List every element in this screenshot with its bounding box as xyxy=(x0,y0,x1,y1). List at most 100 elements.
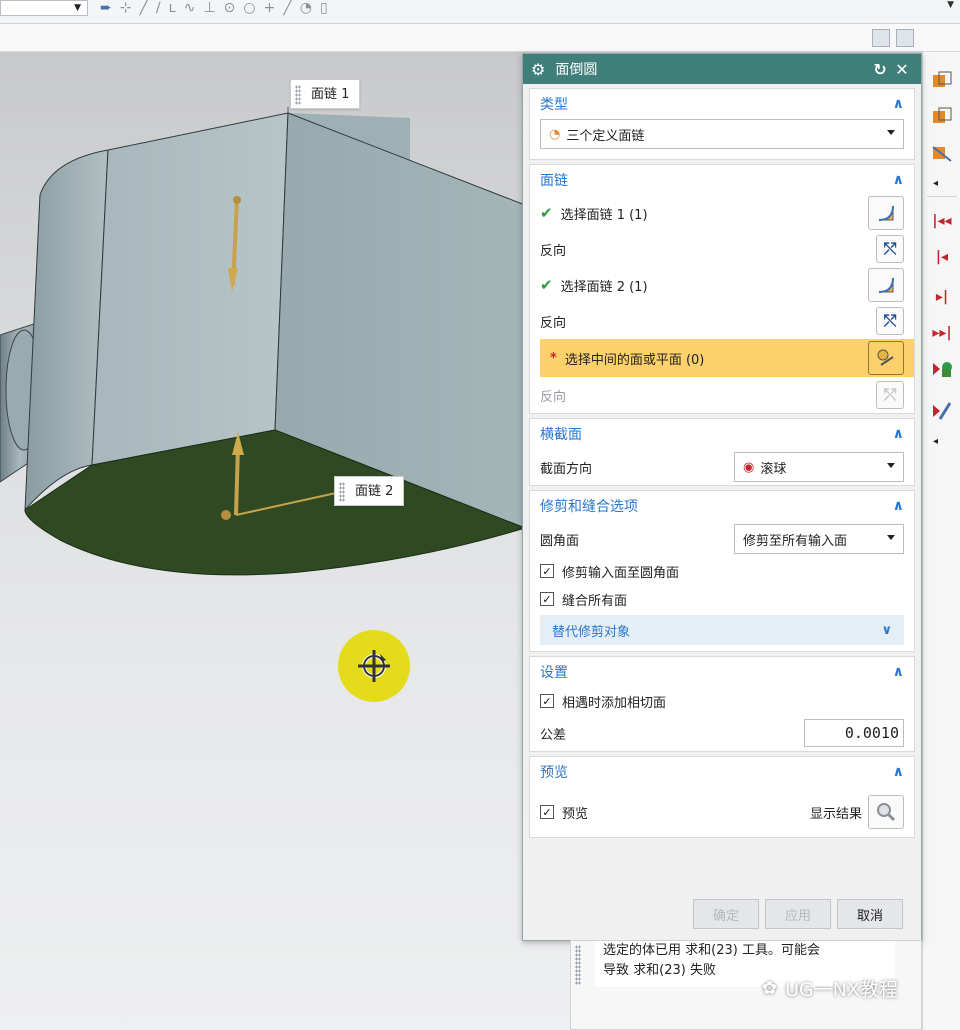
select-chain-1-label: 选择面链 1 (1) xyxy=(560,207,648,223)
blend-face-dropdown[interactable]: 修剪至所有输入面 xyxy=(734,524,904,554)
face-blend-dialog: ⚙ 面倒圆 ↻ ✕ 类型 ∧ ◔ 三个定义面链 面链 ∧ ✔ 选择面链 1 (1… xyxy=(522,53,922,941)
select-chain-2-row[interactable]: ✔ 选择面链 2 (1) xyxy=(530,267,914,303)
arc-icon[interactable]: ʟ xyxy=(169,0,176,18)
show-result-label: 显示结果 xyxy=(809,806,862,822)
drag-grip-icon[interactable] xyxy=(339,482,345,502)
settings-group-header[interactable]: 设置 ∧ xyxy=(530,657,914,687)
circle-icon[interactable]: ○ xyxy=(243,0,255,18)
select-icon[interactable]: ⊹ xyxy=(120,0,132,18)
blend-face-label: 圆角面 xyxy=(540,533,580,549)
spline-icon[interactable]: ∿ xyxy=(184,0,196,18)
blend-face-row: 圆角面 修剪至所有输入面 xyxy=(530,521,914,557)
face-chain-2-label[interactable]: 面链 2 xyxy=(334,476,405,506)
select-middle-face-row[interactable]: * 选择中间的面或平面 (0) xyxy=(540,339,914,377)
more-icon[interactable]: ◂ xyxy=(933,178,938,189)
check-icon: ✔ xyxy=(540,276,553,294)
collapse-icon[interactable]: ∧ xyxy=(893,764,904,780)
group-title: 横截面 xyxy=(540,427,582,443)
slash-line-icon[interactable]: ∕ xyxy=(156,0,161,18)
filter-dropdown[interactable]: ▼ xyxy=(0,0,88,16)
watermark-text: UG一NX教程 xyxy=(785,979,898,1001)
preview-group: 预览 ∧ ✓ 预览 显示结果 xyxy=(529,756,915,838)
preview-row: ✓ 预览 显示结果 xyxy=(530,787,914,837)
secondary-toolbar xyxy=(0,24,960,52)
tolerance-input[interactable]: 0.0010 xyxy=(804,719,904,747)
magnifier-icon xyxy=(877,803,896,822)
middle-face-select-button[interactable] xyxy=(868,341,904,375)
last-icon[interactable]: ▸▸| xyxy=(929,320,955,346)
reverse-2-row: 反向 ⤲ xyxy=(530,303,914,339)
face-select-button[interactable] xyxy=(868,196,904,230)
sew-all-checkbox[interactable]: ✓ xyxy=(540,592,554,606)
cube-subtract-icon[interactable] xyxy=(929,104,955,130)
fit-view-icon[interactable] xyxy=(896,29,914,47)
type-group-header[interactable]: 类型 ∧ xyxy=(530,89,914,119)
preview-checkbox[interactable]: ✓ xyxy=(540,805,554,819)
right-toolbar: ◂ |◂◂ |◂ ▸| ▸▸| ◂ xyxy=(922,52,960,1030)
check-icon: ✔ xyxy=(540,204,553,222)
type-dropdown[interactable]: ◔ 三个定义面链 xyxy=(540,119,904,149)
cross-section-group-header[interactable]: 横截面 ∧ xyxy=(530,419,914,449)
add-tangent-row[interactable]: ✓ 相遇时添加相切面 xyxy=(530,687,914,715)
perpendicular-icon[interactable]: ⊥ xyxy=(203,0,215,18)
play-shape-icon[interactable] xyxy=(929,356,955,382)
reset-icon[interactable]: ↻ xyxy=(869,60,891,79)
sew-all-row[interactable]: ✓ 缝合所有面 xyxy=(530,585,914,613)
chevron-down-icon: ▼ xyxy=(74,3,81,13)
reverse-direction-1-button[interactable]: ⤲ xyxy=(876,235,904,263)
collapse-icon[interactable]: ∧ xyxy=(893,96,904,112)
cross-section-group: 横截面 ∧ 截面方向 ◉ 滚球 xyxy=(529,418,915,486)
page-icon[interactable]: ▯ xyxy=(320,0,328,18)
trim-sew-group-header[interactable]: 修剪和缝合选项 ∧ xyxy=(530,491,914,521)
wechat-icon: ✿ xyxy=(762,978,778,999)
face-chain-1-label[interactable]: 面链 1 xyxy=(290,79,361,109)
drag-grip-icon[interactable] xyxy=(295,85,301,105)
trim-input-row[interactable]: ✓ 修剪输入面至圆角面 xyxy=(530,557,914,585)
sew-all-label: 缝合所有面 xyxy=(562,593,628,609)
show-result-button[interactable] xyxy=(868,795,904,829)
preview-label: 预览 xyxy=(562,806,589,822)
close-icon[interactable]: ✕ xyxy=(891,60,913,79)
collapse-icon[interactable]: ∧ xyxy=(893,172,904,188)
line-tool-icon[interactable]: ╱ xyxy=(283,0,291,18)
reverse-direction-2-button[interactable]: ⤲ xyxy=(876,307,904,335)
dialog-title-bar[interactable]: ⚙ 面倒圆 ↻ ✕ xyxy=(523,54,921,84)
point-icon[interactable]: ⊙ xyxy=(224,0,236,18)
preview-group-header[interactable]: 预览 ∧ xyxy=(530,757,914,787)
tolerance-row: 公差 0.0010 xyxy=(530,715,914,751)
line-icon[interactable]: ╱ xyxy=(139,0,147,18)
collapse-icon[interactable]: ∧ xyxy=(893,498,904,514)
first-icon[interactable]: |◂◂ xyxy=(929,208,955,234)
trim-input-checkbox[interactable]: ✓ xyxy=(540,564,554,578)
plus-icon[interactable]: + xyxy=(264,0,276,18)
previous-icon[interactable]: |◂ xyxy=(929,244,955,270)
type-selected-value: 三个定义面链 xyxy=(566,128,645,144)
select-chain-1-row[interactable]: ✔ 选择面链 1 (1) xyxy=(530,195,914,231)
cube-add-icon[interactable] xyxy=(929,68,955,94)
more-icon[interactable]: ◂ xyxy=(933,436,938,447)
arrow-right-icon[interactable]: ➨ xyxy=(100,0,112,18)
collapse-icon[interactable]: ∧ xyxy=(893,426,904,442)
view-icon[interactable] xyxy=(872,29,890,47)
add-tangent-checkbox[interactable]: ✓ xyxy=(540,694,554,708)
apply-button[interactable]: 应用 xyxy=(765,899,831,929)
cancel-button[interactable]: 取消 xyxy=(837,899,903,929)
blend-face-value: 修剪至所有输入面 xyxy=(743,533,848,549)
rolling-ball-icon: ◉ xyxy=(743,459,755,475)
face-select-button[interactable] xyxy=(868,268,904,302)
next-icon[interactable]: ▸| xyxy=(929,284,955,310)
edit-sketch-icon[interactable] xyxy=(929,398,955,424)
ok-button[interactable]: 确定 xyxy=(693,899,759,929)
face-chain-group-header[interactable]: 面链 ∧ xyxy=(530,165,914,195)
snap-icon[interactable]: ◔ xyxy=(300,0,312,18)
alt-trim-expander[interactable]: 替代修剪对象 ∨ xyxy=(540,615,904,645)
drag-grip-icon[interactable] xyxy=(575,945,581,985)
collapse-icon[interactable]: ∧ xyxy=(893,664,904,680)
cube-intersect-icon[interactable] xyxy=(929,140,955,166)
settings-group: 设置 ∧ ✓ 相遇时添加相切面 公差 0.0010 xyxy=(529,656,915,752)
reverse-1-label: 反向 xyxy=(540,243,567,259)
reverse-3-label: 反向 xyxy=(540,389,567,405)
group-title: 面链 xyxy=(540,173,568,189)
toolbar-overflow-icon[interactable]: ▼ xyxy=(947,0,954,10)
orientation-dropdown[interactable]: ◉ 滚球 xyxy=(734,452,904,482)
